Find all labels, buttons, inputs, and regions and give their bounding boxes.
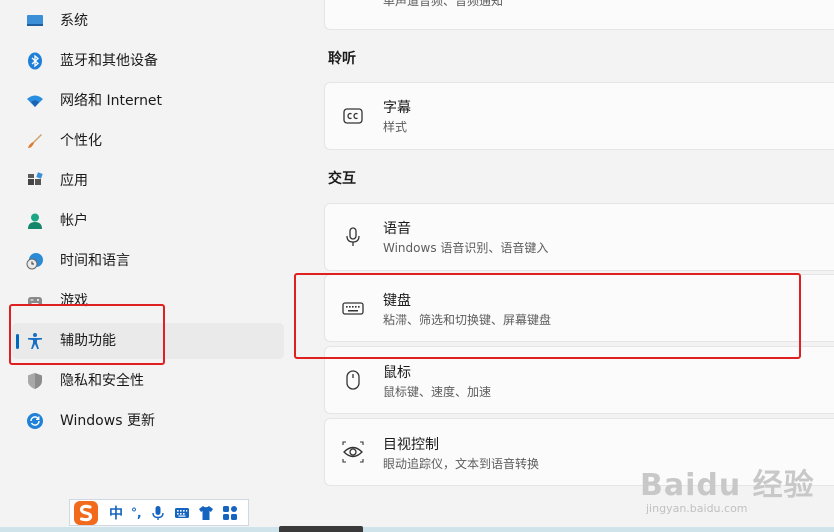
sidebar-item-label: 系统 xyxy=(60,13,88,29)
watermark: Baidu 经验 jingyan.baidu.com xyxy=(640,460,815,515)
clock-globe-icon xyxy=(26,253,43,270)
ime-mode-toggle[interactable]: 中 xyxy=(109,503,123,523)
taskbar-edge xyxy=(0,527,834,532)
sidebar-item-accounts[interactable]: 帐户 xyxy=(12,203,284,239)
watermark-main: Baidu 经验 xyxy=(640,468,815,503)
mouse-title: 鼠标 xyxy=(383,365,411,381)
speech-card[interactable]: 语音 Windows 语音识别、语音键入 xyxy=(324,203,834,271)
sidebar-item-network[interactable]: 网络和 Internet xyxy=(12,83,284,119)
sidebar-item-time-language[interactable]: 时间和语言 xyxy=(12,243,284,279)
sidebar-item-label: 应用 xyxy=(60,173,88,189)
section-heading-interaction: 交互 xyxy=(328,171,356,187)
taskbar-app-indicator[interactable] xyxy=(279,526,363,532)
monitor-icon xyxy=(27,15,43,26)
bluetooth-icon xyxy=(28,52,42,70)
highlight-box-accessibility xyxy=(9,304,165,365)
speech-subtitle: Windows 语音识别、语音键入 xyxy=(383,241,549,255)
captions-subtitle: 样式 xyxy=(383,120,408,134)
mouse-icon xyxy=(346,370,360,390)
sidebar-item-apps[interactable]: 应用 xyxy=(12,163,284,199)
sidebar-item-label: 个性化 xyxy=(60,133,102,149)
eye-control-title: 目视控制 xyxy=(383,437,439,453)
sidebar-item-label: Windows 更新 xyxy=(60,413,155,429)
mouse-subtitle: 鼠标键、速度、加速 xyxy=(383,385,492,399)
sidebar-item-label: 蓝牙和其他设备 xyxy=(60,53,158,69)
eye-control-icon xyxy=(342,441,364,463)
sidebar-item-label: 时间和语言 xyxy=(60,253,130,269)
apps-icon xyxy=(28,172,43,185)
speaker-icon xyxy=(343,0,365,3)
sidebar: 系统 蓝牙和其他设备 网络和 Internet 个性化 应用 帐户 时间和语言 … xyxy=(0,0,300,532)
sidebar-item-label: 帐户 xyxy=(60,213,88,229)
sidebar-item-label: 隐私和安全性 xyxy=(60,373,144,389)
eye-control-subtitle: 眼动追踪仪，文本到语音转换 xyxy=(383,457,540,471)
ime-toolbar[interactable]: 中 °, xyxy=(69,499,249,526)
section-heading-hearing: 聆听 xyxy=(328,51,356,67)
sogou-logo-icon[interactable] xyxy=(73,500,99,526)
audio-card-subtitle: 单声道音频、音频通知 xyxy=(383,0,504,8)
brush-icon xyxy=(28,134,42,148)
captions-card[interactable]: 字幕 样式 xyxy=(324,82,834,150)
speech-title: 语音 xyxy=(383,221,411,237)
sidebar-item-system[interactable]: 系统 xyxy=(12,3,284,39)
account-icon xyxy=(28,213,42,229)
microphone-icon xyxy=(346,227,360,246)
keyboard-icon[interactable] xyxy=(174,505,190,521)
ime-punct-toggle[interactable]: °, xyxy=(131,506,142,520)
sidebar-item-bluetooth[interactable]: 蓝牙和其他设备 xyxy=(12,43,284,79)
sidebar-item-privacy[interactable]: 隐私和安全性 xyxy=(12,363,284,399)
audio-card[interactable]: 单声道音频、音频通知 xyxy=(324,0,834,30)
sidebar-item-windows-update[interactable]: Windows 更新 xyxy=(12,403,284,439)
toolbox-grid-icon[interactable] xyxy=(222,505,238,521)
wifi-icon xyxy=(27,95,43,107)
sidebar-item-personalization[interactable]: 个性化 xyxy=(12,123,284,159)
sidebar-item-label: 网络和 Internet xyxy=(60,93,163,109)
highlight-box-keyboard xyxy=(294,273,801,359)
captions-title: 字幕 xyxy=(383,100,411,116)
microphone-icon[interactable] xyxy=(150,505,166,521)
captions-icon xyxy=(343,108,363,124)
update-icon xyxy=(27,413,43,429)
shirt-icon[interactable] xyxy=(198,505,214,521)
shield-icon xyxy=(28,373,42,389)
